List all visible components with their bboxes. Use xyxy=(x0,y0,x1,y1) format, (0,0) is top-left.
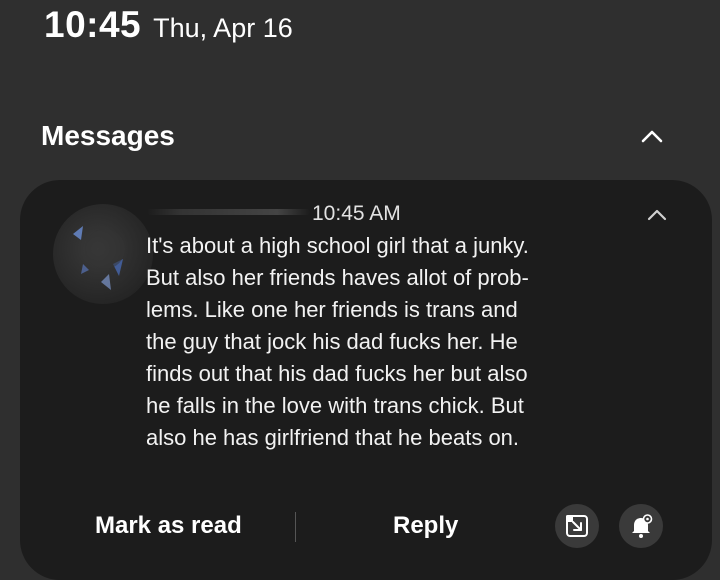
message-time: 10:45 AM xyxy=(312,202,401,225)
status-date: Thu, Apr 16 xyxy=(153,13,293,43)
message-line: lems. Like one her friends is trans and xyxy=(146,297,518,322)
sender-name-redacted xyxy=(147,203,310,219)
open-in-popup-icon[interactable] xyxy=(555,504,599,548)
section-title: Messages xyxy=(41,120,175,151)
message-notification-card[interactable]: 10:45 AM It's about a high school girl t… xyxy=(20,180,712,580)
message-line: But also her friends haves allot of prob… xyxy=(146,265,529,290)
status-bar: 10:45 Thu, Apr 16 xyxy=(44,4,293,48)
avatar xyxy=(53,204,153,304)
message-line: he falls in the love with trans chick. B… xyxy=(146,393,524,418)
chevron-up-icon[interactable] xyxy=(640,124,664,148)
message-line: the guy that jock his dad fucks her. He xyxy=(146,329,518,354)
reply-button[interactable]: Reply xyxy=(393,512,458,540)
message-line: It's about a high school girl that a jun… xyxy=(146,233,529,258)
notification-actions: Mark as read Reply xyxy=(20,504,712,550)
divider xyxy=(295,512,296,542)
chevron-up-icon[interactable] xyxy=(646,204,668,226)
mark-as-read-button[interactable]: Mark as read xyxy=(95,512,242,540)
message-line: finds out that his dad fucks her but als… xyxy=(146,361,528,386)
messages-section-header[interactable]: Messages xyxy=(41,118,672,156)
message-body: It's about a high school girl that a jun… xyxy=(146,230,606,454)
notification-settings-bell-icon[interactable] xyxy=(619,504,663,548)
message-line: also he has girlfriend that he beats on. xyxy=(146,425,520,450)
status-time: 10:45 xyxy=(44,4,142,45)
